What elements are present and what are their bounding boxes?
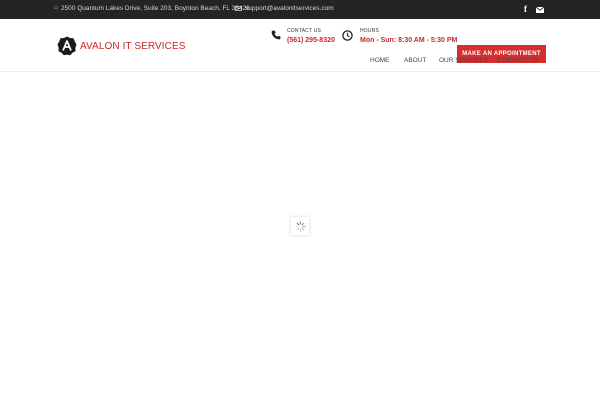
nav-item-about[interactable]: ABOUT [404, 57, 426, 64]
envelope-icon [235, 6, 242, 11]
email-link[interactable]: support@avalonitservices.com [245, 5, 334, 12]
hours-info: HOURS Mon - Sun: 8:30 AM - 5:30 PM [342, 28, 457, 44]
hours-label: HOURS [360, 28, 380, 34]
nav-item-our-services[interactable]: OUR SERVICES [439, 57, 488, 64]
top-bar: ⌂ 2500 Quantum Lakes Drive, Suite 203, B… [0, 0, 600, 19]
clock-icon [342, 30, 353, 41]
contact-label: CONTACT US [287, 28, 322, 34]
address-text: 2500 Quantum Lakes Drive, Suite 203, Boy… [60, 5, 250, 12]
contact-info: CONTACT US (561) 295-8320 [271, 28, 335, 44]
facebook-icon[interactable]: f [524, 4, 527, 14]
social-links: f [524, 4, 544, 14]
home-icon: ⌂ [54, 4, 58, 12]
nav-item-contact-us[interactable]: CONTACT US [497, 57, 539, 64]
hours-value: Mon - Sun: 8:30 AM - 5:30 PM [360, 37, 458, 44]
logo[interactable]: AVALON IT SERVICES [57, 36, 186, 56]
main-nav: HOME ABOUT OUR SERVICES CONTACT US [0, 57, 600, 67]
logo-badge-icon [57, 36, 77, 56]
loading-spinner-icon [294, 220, 306, 232]
envelope-icon[interactable] [536, 6, 544, 13]
address: ⌂ 2500 Quantum Lakes Drive, Suite 203, B… [54, 5, 250, 12]
logo-text: AVALON IT SERVICES [80, 40, 186, 52]
email[interactable]: support@avalonitservices.com [235, 5, 334, 12]
contact-phone[interactable]: (561) 295-8320 [287, 37, 335, 44]
phone-icon [271, 30, 281, 40]
loading-spinner [291, 217, 309, 235]
nav-item-home[interactable]: HOME [370, 57, 390, 64]
